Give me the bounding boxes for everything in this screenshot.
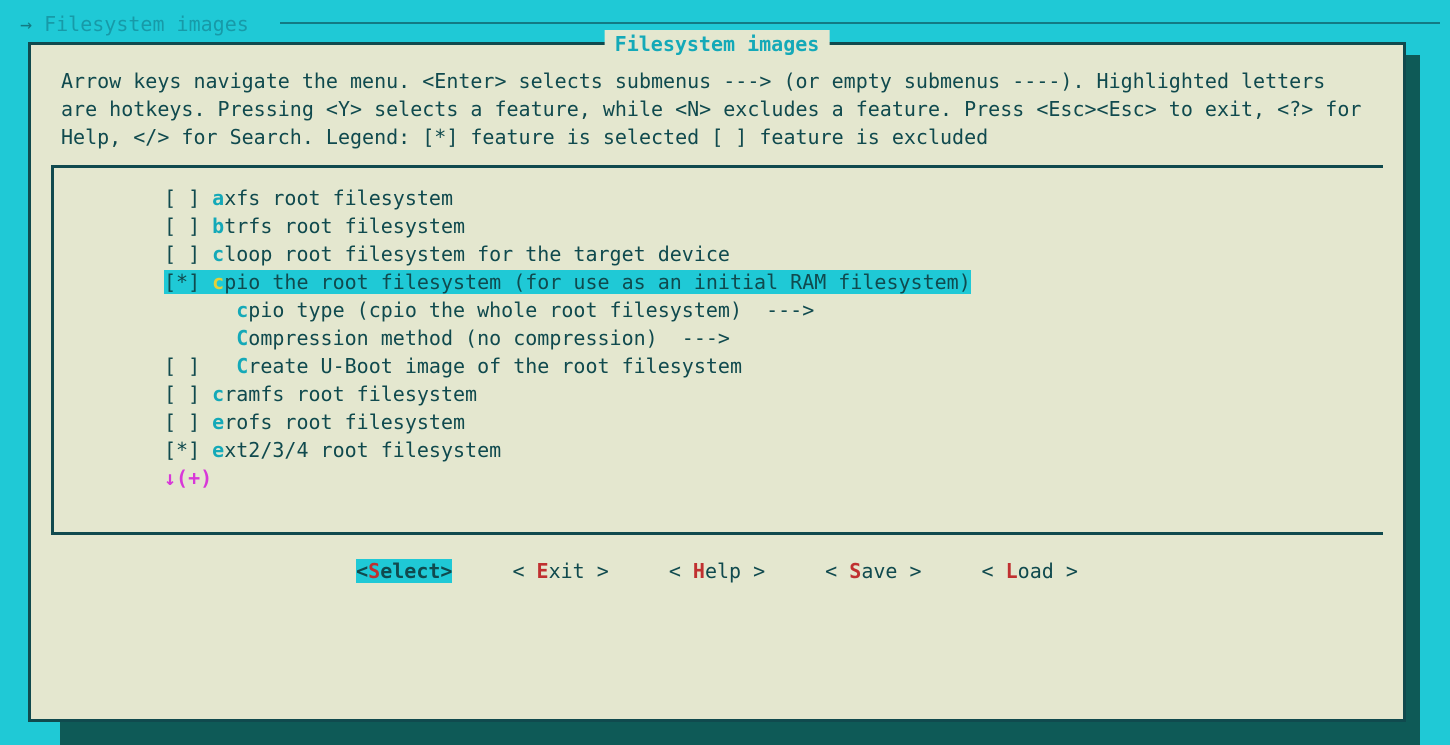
submenu-arrow-icon: ---> (742, 298, 814, 322)
hotkey-letter: e (212, 438, 224, 462)
menuconfig-dialog: Filesystem images Arrow keys navigate th… (28, 42, 1406, 722)
checkbox-icon: [ ] (164, 382, 200, 406)
dialog-title: Filesystem images (605, 30, 830, 58)
scroll-down-indicator: ↓(+) (64, 464, 1373, 492)
hotkey-letter: c (212, 270, 224, 294)
hotkey-letter: b (212, 214, 224, 238)
menu-item[interactable]: [ ] Create U-Boot image of the root file… (64, 352, 1373, 380)
menu-item[interactable]: [ ] cramfs root filesystem (64, 380, 1373, 408)
menu-item[interactable]: [*] cpio the root filesystem (for use as… (64, 268, 971, 296)
dialog-button[interactable]: < Save > (825, 559, 921, 583)
checkbox-icon (164, 298, 200, 322)
submenu-arrow-icon: ---> (658, 326, 730, 350)
menu-item[interactable]: Compression method (no compression) ---> (64, 324, 1373, 352)
horizontal-rule (280, 22, 1440, 24)
checkbox-icon: [ ] (164, 410, 200, 434)
menu-item[interactable]: cpio type (cpio the whole root filesyste… (64, 296, 1373, 324)
menu-list[interactable]: [ ] axfs root filesystem[ ] btrfs root f… (51, 165, 1383, 535)
checkbox-icon: [ ] (164, 186, 200, 210)
button-separator (922, 557, 982, 585)
menu-item[interactable]: [ ] axfs root filesystem (64, 184, 1373, 212)
dialog-button[interactable]: < Load > (982, 559, 1078, 583)
menu-item[interactable]: [ ] cloop root filesystem for the target… (64, 240, 1373, 268)
breadcrumb-text: Filesystem images (44, 12, 249, 36)
hotkey-letter: c (212, 242, 224, 266)
hotkey-letter: e (212, 410, 224, 434)
menu-item[interactable]: [ ] erofs root filesystem (64, 408, 1373, 436)
menu-item[interactable]: [*] ext2/3/4 root filesystem (64, 436, 1373, 464)
button-separator (452, 557, 512, 585)
breadcrumb: → Filesystem images (20, 10, 249, 38)
checkbox-icon: [ ] (164, 214, 200, 238)
hotkey-letter: a (212, 186, 224, 210)
button-bar: <Select> < Exit > < Help > < Save > < Lo… (31, 557, 1403, 585)
button-hotkey: S (849, 559, 861, 583)
checkbox-icon: [ ] (164, 242, 200, 266)
button-separator (609, 557, 669, 585)
checkbox-icon: [*] (164, 438, 200, 462)
button-hotkey: L (1006, 559, 1018, 583)
arrow-right-icon: → (20, 12, 44, 36)
hotkey-letter: C (236, 354, 248, 378)
button-hotkey: H (693, 559, 705, 583)
button-separator (765, 557, 825, 585)
hotkey-letter: C (236, 326, 248, 350)
dialog-button[interactable]: <Select> (356, 559, 452, 583)
hotkey-letter: c (212, 382, 224, 406)
hotkey-letter: c (236, 298, 248, 322)
button-hotkey: S (368, 559, 380, 583)
button-hotkey: E (537, 559, 549, 583)
checkbox-icon: [*] (164, 270, 200, 294)
checkbox-icon: [ ] (164, 354, 200, 378)
menu-item[interactable]: [ ] btrfs root filesystem (64, 212, 1373, 240)
help-text: Arrow keys navigate the menu. <Enter> se… (31, 45, 1403, 161)
checkbox-icon (164, 326, 200, 350)
dialog-button[interactable]: < Help > (669, 559, 765, 583)
dialog-button[interactable]: < Exit > (512, 559, 608, 583)
